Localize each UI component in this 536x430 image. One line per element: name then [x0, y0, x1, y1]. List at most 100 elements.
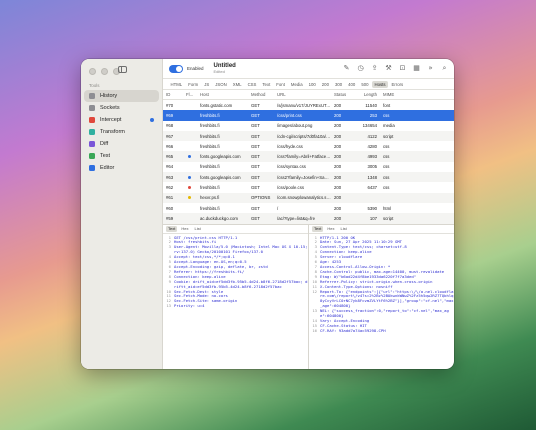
table-row[interactable]: #68 freshbits.fi GET/images/about.png 200 13… — [163, 121, 454, 131]
filter-200[interactable]: 200 — [319, 81, 331, 88]
share-icon[interactable]: ⇪ — [371, 65, 378, 72]
code-line: 16 CF-RAY: 93add7a74ac59298-CPH — [309, 328, 454, 334]
table-cell-url: /s/jsmanu/v17/JUYRExUTo59wJ98... — [277, 102, 331, 108]
table-row[interactable]: #63 fonts.googleapis.com GET/css2?family=J… — [163, 172, 454, 183]
table-cell-length: 11540 — [365, 102, 377, 108]
column-header[interactable]: Host — [197, 92, 248, 97]
filter-css[interactable]: CSS — [245, 81, 259, 88]
pane-tab-list[interactable]: List — [338, 226, 348, 232]
column-header[interactable]: ID — [163, 92, 183, 97]
more-icon[interactable]: » — [427, 65, 434, 72]
request-pane: Text Hex List 1 GET /css/print.css HTTP/1.1… — [163, 224, 309, 369]
column-header[interactable]: Length — [356, 92, 380, 97]
filter-100[interactable]: 100 — [306, 81, 318, 88]
table-cell-status: 200 — [334, 195, 342, 201]
table-row[interactable]: #70 fonts.gstatic.com GET/s/jsmanu/v17/JUY… — [163, 100, 454, 110]
filter-font[interactable]: Font — [274, 81, 288, 88]
sidebar-item-label: Diff — [100, 141, 109, 147]
table-row[interactable]: #61 hexvr.ps.fi OPTIONS/com.snowplowanalyt… — [163, 192, 454, 203]
table-row[interactable]: #67 freshbits.fi GET/cdn-cgi/scripts/7d0fa… — [163, 130, 454, 142]
table-cell-url: /images/about.png — [277, 123, 313, 129]
table-cell-status: 200 — [334, 164, 342, 170]
table-body: #70 fonts.gstatic.com GET/s/jsmanu/v17/JUY… — [163, 100, 454, 224]
enabled-toggle[interactable] — [169, 64, 183, 73]
filter-json[interactable]: JSON — [213, 81, 229, 88]
sidebar-item-intercept[interactable]: Intercept — [84, 114, 159, 126]
request-pane-tabs: Text Hex List — [163, 225, 308, 234]
table-row[interactable]: #59 ac.duckduckgo.com GET/ac/?type=list&q=… — [163, 213, 454, 224]
line-number: 13 — [166, 303, 171, 309]
filter-hosts[interactable]: Hosts — [371, 80, 388, 88]
table-row[interactable]: #66 freshbits.fi GET/css/hyde.css 200 4280 cs… — [163, 141, 454, 151]
column-header[interactable]: Fl... — [183, 92, 197, 97]
history-icon — [89, 93, 95, 99]
table-cell-id: #59 — [166, 215, 174, 221]
table-row[interactable]: #65 fonts.googleapis.com GET/css?family=Ab… — [163, 151, 454, 162]
pane-tab-text[interactable]: Text — [312, 225, 324, 232]
pane-tab-text[interactable]: Text — [166, 225, 178, 232]
filter-400[interactable]: 400 — [346, 81, 358, 88]
table-cell-method: GET — [251, 164, 260, 170]
table-cell-host: freshbits.fi — [200, 133, 220, 139]
filter-text[interactable]: Text — [260, 81, 273, 88]
table-cell-id: #67 — [166, 133, 174, 139]
sidebar-item-history[interactable]: History — [84, 90, 159, 102]
filter-300[interactable]: 300 — [332, 81, 344, 88]
filter-media[interactable]: Media — [288, 81, 305, 88]
table-cell-id: #62 — [166, 185, 174, 191]
close-window-button[interactable] — [89, 68, 96, 75]
filter-form[interactable]: Form — [186, 81, 201, 88]
table-cell-length: 6437 — [367, 185, 377, 191]
layout-icon[interactable]: ▦ — [413, 65, 420, 72]
table-cell-length: 4993 — [367, 154, 377, 160]
table-cell-mime: html — [383, 205, 392, 211]
table-row[interactable]: #62 freshbits.fi GET/css/poole.css 200 6437 c… — [163, 182, 454, 192]
sidebar-item-diff[interactable]: Diff — [84, 138, 159, 150]
pane-tab-hex[interactable]: Hex — [179, 226, 190, 232]
table-cell-url: /css/print.css — [277, 112, 302, 118]
table-cell-id: #64 — [166, 164, 174, 170]
column-header[interactable]: URL — [274, 92, 331, 97]
flag-cell — [183, 185, 197, 190]
enabled-label: Enabled — [187, 66, 204, 71]
column-header[interactable]: Method — [248, 92, 274, 97]
sidebar-item-editor[interactable]: Editor — [84, 162, 159, 174]
table-row[interactable]: #60 freshbits.fi GET / 200 5390 html — [163, 203, 454, 213]
compose-icon[interactable]: ✎ — [343, 65, 350, 72]
filter-errors[interactable]: Errors — [389, 81, 406, 88]
minimize-window-button[interactable] — [101, 68, 108, 75]
table-cell-method: GET — [251, 123, 260, 129]
filter-xml[interactable]: XML — [230, 81, 244, 88]
table-cell-mime: css — [383, 164, 390, 170]
pane-tab-list[interactable]: List — [192, 226, 202, 232]
response-pane-tabs: Text Hex List — [309, 225, 454, 234]
sidebar-item-sockets[interactable]: Sockets — [84, 102, 159, 114]
sidebar: Tools History Sockets Intercept Transform Di… — [81, 59, 163, 369]
table-row[interactable]: #69 freshbits.fi GET/css/print.css 200 253 cs… — [163, 110, 454, 121]
sidebar-item-transform[interactable]: Transform — [84, 126, 159, 138]
filter-js[interactable]: JS — [202, 81, 212, 88]
filter-html[interactable]: HTML — [168, 81, 185, 88]
response-text[interactable]: 1 HTTP/1.1 200 OK 2 Date: Sun, 27 Apr 2025 … — [309, 234, 454, 336]
column-header[interactable]: MIME — [380, 92, 400, 97]
pane-tab-hex[interactable]: Hex — [325, 226, 336, 232]
lock-icon[interactable]: ⊡ — [399, 65, 406, 72]
table-cell-host: freshbits.fi — [200, 143, 220, 149]
detail-panes: Text Hex List 1 GET /css/print.css HTTP/1.1… — [163, 223, 454, 369]
column-header[interactable]: Status — [331, 92, 356, 97]
sidebar-item-test[interactable]: Test — [84, 150, 159, 162]
flag-dot-icon — [188, 175, 191, 179]
table-row[interactable]: #64 freshbits.fi GET/css/syntax.css 200 3005… — [163, 162, 454, 172]
table-cell-url: /css/hyde.css — [277, 143, 303, 149]
table-cell-url: /css?family=Abril+Fatface|PT+Sans... — [277, 154, 331, 160]
clock-icon[interactable]: ◷ — [357, 65, 364, 72]
table-cell-length: 5390 — [367, 205, 377, 211]
request-text[interactable]: 1 GET /css/print.css HTTP/1.1 2 Host: fresh… — [163, 234, 308, 312]
wrench-icon[interactable]: ⚒ — [385, 65, 392, 72]
filter-500[interactable]: 500 — [359, 81, 371, 88]
table-cell-mime: media — [383, 123, 395, 129]
table-cell-host: freshbits.fi — [200, 185, 220, 191]
search-icon[interactable]: ⌕ — [441, 65, 448, 72]
sidebar-toggle-icon[interactable] — [118, 66, 127, 73]
intercept-icon — [89, 117, 95, 123]
